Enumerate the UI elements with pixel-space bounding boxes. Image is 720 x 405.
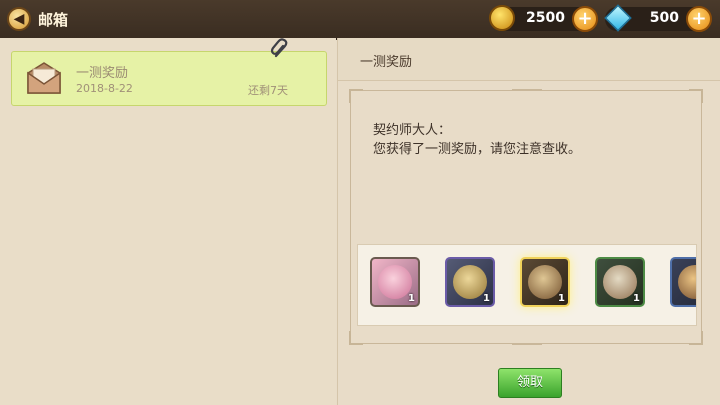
- add-gold-button[interactable]: +: [572, 6, 598, 32]
- gem-icon: [604, 4, 632, 32]
- letter-frame: 契约师大人： 您获得了一测奖励，请您注意查收。 1 1 1 1: [349, 89, 703, 345]
- mail-remaining-time: 还剩7天: [248, 84, 288, 97]
- mail-detail-header: 一测奖励: [338, 38, 720, 81]
- gold-helmet-icon: [453, 265, 487, 299]
- corner-ornament: [349, 331, 363, 345]
- scroll-staff-icon: [603, 265, 637, 299]
- top-ornament: [512, 89, 542, 91]
- reward-list[interactable]: 1 1 1 1: [357, 244, 697, 326]
- gem-currency: 500 +: [604, 4, 712, 32]
- corner-ornament: [689, 331, 703, 345]
- bottom-ornament: [512, 343, 542, 345]
- reward-item[interactable]: 1: [595, 257, 645, 307]
- reward-count: 1: [408, 293, 415, 304]
- reward-item[interactable]: 1: [520, 257, 570, 307]
- corner-ornament: [349, 89, 363, 103]
- letter-body: 您获得了一测奖励，请您注意查收。: [373, 142, 582, 157]
- character-portrait-icon: [378, 265, 412, 299]
- back-button[interactable]: ◀: [7, 7, 31, 31]
- gold-amount: 2500: [526, 10, 565, 26]
- mail-date: 2018-8-22: [76, 82, 133, 95]
- plus-icon: +: [577, 8, 593, 29]
- corner-ornament: [689, 89, 703, 103]
- back-arrow-icon: ◀: [13, 11, 25, 27]
- paperclip-icon: [270, 38, 288, 58]
- letter-salutation: 契约师大人：: [373, 123, 452, 138]
- sword-icon: [528, 265, 562, 299]
- add-gems-button[interactable]: +: [686, 6, 712, 32]
- reward-count: 1: [483, 293, 490, 304]
- reward-count: 1: [633, 293, 640, 304]
- mail-detail-title: 一测奖励: [360, 55, 413, 70]
- claim-button[interactable]: 领取: [498, 368, 562, 398]
- mail-detail-panel: 一测奖励 契约师大人： 您获得了一测奖励，请您注意查收。 1 1 1 1 领取: [337, 38, 720, 405]
- gold-coin-icon: [489, 5, 515, 31]
- gold-currency: 2500 +: [489, 5, 598, 32]
- page-title: 邮箱: [38, 11, 69, 29]
- mail-title: 一测奖励: [76, 66, 129, 81]
- reward-item[interactable]: 1: [445, 257, 495, 307]
- top-bar: ◀ 邮箱 2500 + 500 +: [0, 0, 720, 38]
- reward-item[interactable]: 1: [370, 257, 420, 307]
- reward-count: 1: [558, 293, 565, 304]
- envelope-icon: [27, 62, 61, 94]
- gem-amount: 500: [649, 10, 679, 26]
- reward-item[interactable]: [670, 257, 696, 307]
- item-icon: [678, 265, 696, 299]
- plus-icon: +: [691, 8, 707, 29]
